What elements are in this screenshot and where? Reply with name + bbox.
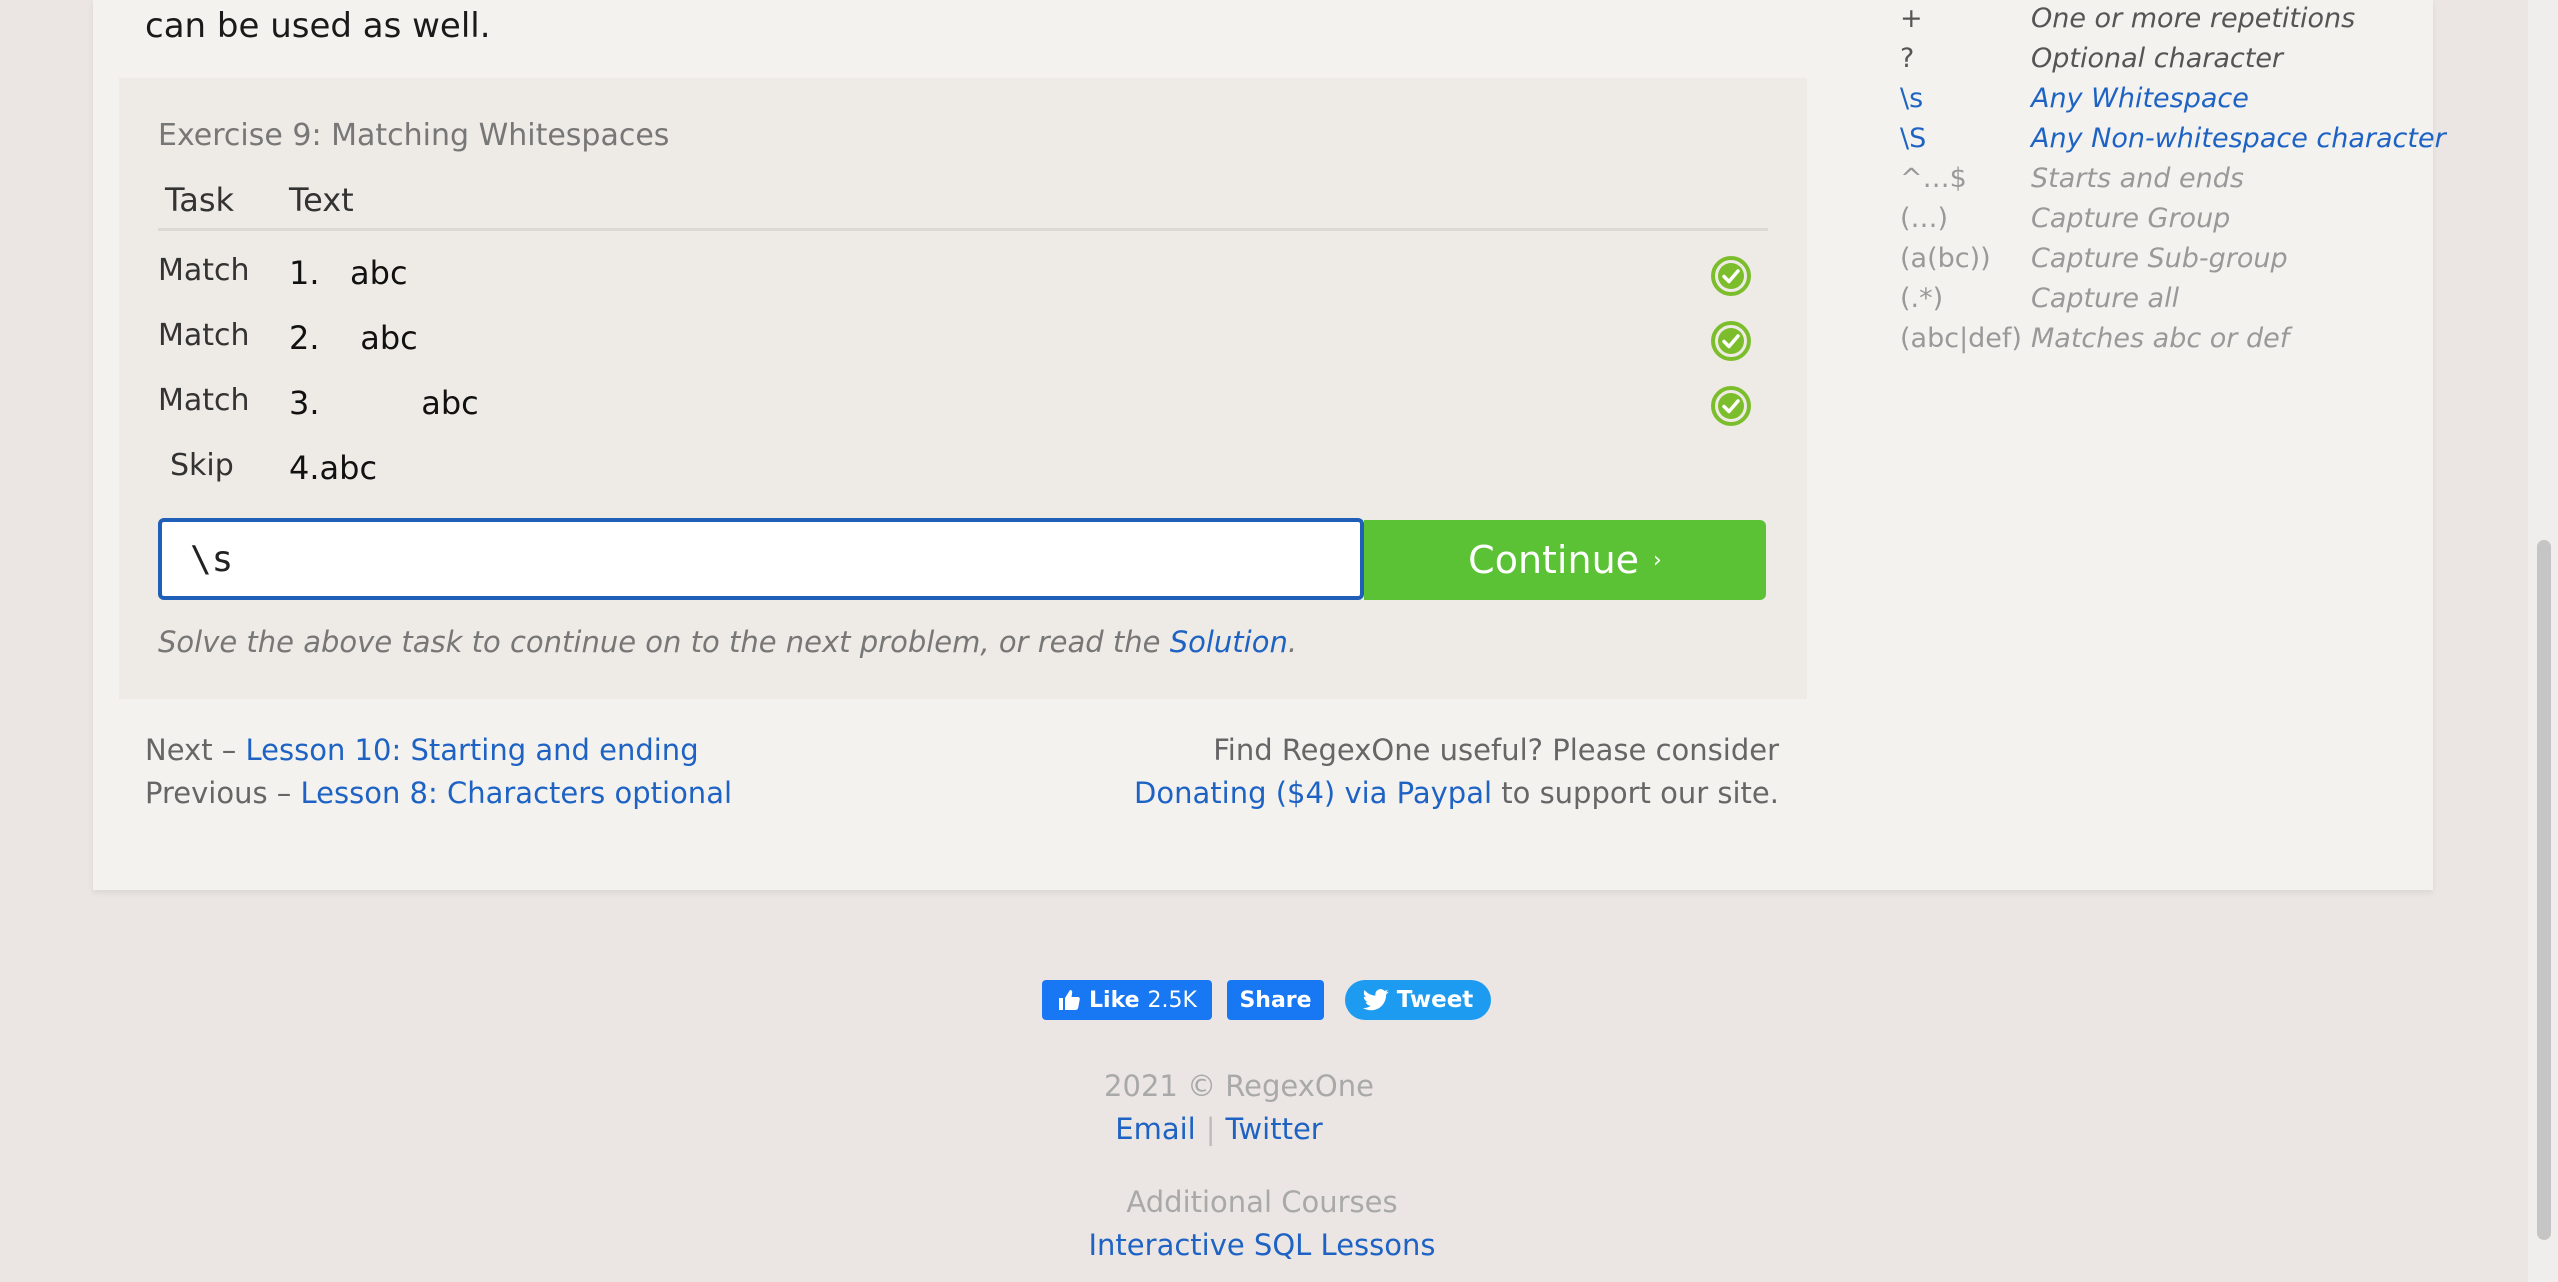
previous-lesson-line: Previous – Lesson 8: Characters optional (145, 776, 732, 810)
copyright-text: 2021 © RegexOne (1104, 1069, 1374, 1103)
check-circle-icon (1711, 386, 1751, 426)
row-text: 3. abc (289, 384, 479, 422)
email-link[interactable]: Email (1115, 1112, 1195, 1146)
like-label: Like (1089, 987, 1140, 1013)
cheatsheet-symbol: ? (1900, 43, 1915, 74)
previous-lesson-link[interactable]: Lesson 8: Characters optional (301, 776, 733, 810)
share-label: Share (1239, 987, 1312, 1013)
next-lesson-link[interactable]: Lesson 10: Starting and ending (246, 733, 699, 767)
tweet-label: Tweet (1396, 987, 1474, 1013)
cheatsheet-description: One or more repetitions (2031, 3, 2356, 34)
next-prefix: Next – (145, 733, 246, 767)
cheatsheet-symbol: (abc|def) (1900, 323, 2022, 354)
twitter-link[interactable]: Twitter (1226, 1112, 1323, 1146)
thumbs-up-icon (1059, 990, 1080, 1010)
cheatsheet-description: Any Non-whitespace character (2031, 123, 2446, 154)
cheatsheet-description: Starts and ends (2031, 163, 2244, 194)
twitter-bird-icon (1362, 989, 1389, 1011)
hint-text: Solve the above task to continue on to t… (158, 625, 1170, 659)
scrollbar-thumb[interactable] (2537, 540, 2551, 1240)
additional-courses-heading: Additional Courses (1126, 1185, 1398, 1219)
link-separator: | (1205, 1112, 1216, 1146)
row-task-label: Match (158, 383, 250, 418)
cheatsheet-description: Optional character (2031, 43, 2284, 74)
row-text: 4.abc (289, 449, 378, 487)
continue-button[interactable]: Continue › (1364, 520, 1766, 600)
facebook-share-button[interactable]: Share (1227, 980, 1324, 1020)
donate-prompt: Find RegexOne useful? Please consider (1213, 733, 1779, 767)
tweet-button[interactable]: Tweet (1345, 980, 1491, 1020)
cheatsheet-description: Capture all (2031, 283, 2180, 314)
cheatsheet-symbol: \S (1900, 123, 1927, 154)
cheatsheet-symbol: \s (1900, 83, 1924, 114)
scrollbar-track[interactable] (2528, 0, 2558, 1282)
header-divider (158, 228, 1768, 231)
sql-lessons-line: Interactive SQL Lessons (0, 1228, 2541, 1262)
like-count: 2.5K (1147, 987, 1197, 1013)
solution-link[interactable]: Solution (1170, 625, 1288, 659)
solution-hint: Solve the above task to continue on to t… (158, 625, 1297, 659)
continue-label: Continue (1468, 538, 1640, 582)
donate-after: to support our site. (1492, 776, 1779, 810)
chevron-right-icon: › (1653, 547, 1662, 573)
cheatsheet-description: Matches abc or def (2031, 323, 2290, 354)
sql-lessons-link[interactable]: Interactive SQL Lessons (1089, 1228, 1436, 1262)
previous-prefix: Previous – (145, 776, 301, 810)
next-lesson-line: Next – Lesson 10: Starting and ending (145, 733, 699, 767)
exercise-title: Exercise 9: Matching Whitespaces (158, 118, 670, 153)
check-circle-icon (1711, 321, 1751, 361)
column-header-text: Text (289, 181, 354, 219)
cheatsheet-description: Capture Group (2031, 203, 2231, 234)
cheatsheet-symbol: (…) (1900, 203, 1949, 234)
row-task-label: Skip (170, 448, 234, 483)
row-task-label: Match (158, 318, 250, 353)
row-text: 1. abc (289, 254, 408, 292)
cheatsheet-description: Capture Sub-group (2031, 243, 2288, 274)
regex-answer-input[interactable] (158, 518, 1364, 600)
check-circle-icon (1711, 256, 1751, 296)
row-text: 2. abc (289, 319, 418, 357)
cheatsheet-description: Any Whitespace (2031, 83, 2249, 114)
lesson-intro-text: can be used as well. (145, 6, 491, 46)
cheatsheet-symbol: ^…$ (1900, 163, 1967, 194)
cheatsheet-symbol: (a(bc)) (1900, 243, 1991, 274)
hint-end: . (1287, 625, 1298, 659)
facebook-like-button[interactable]: Like 2.5K (1042, 980, 1212, 1020)
row-task-label: Match (158, 253, 250, 288)
donate-line: Donating ($4) via Paypal to support our … (1134, 776, 1779, 810)
cheatsheet-symbol: (.*) (1900, 283, 1944, 314)
column-header-task: Task (165, 181, 235, 219)
page: can be used as well. Exercise 9: Matchin… (0, 0, 2558, 1282)
footer-contact-links: Email | Twitter (0, 1112, 2498, 1146)
cheatsheet-symbol: + (1900, 3, 1923, 34)
donate-paypal-link[interactable]: Donating ($4) via Paypal (1134, 776, 1492, 810)
